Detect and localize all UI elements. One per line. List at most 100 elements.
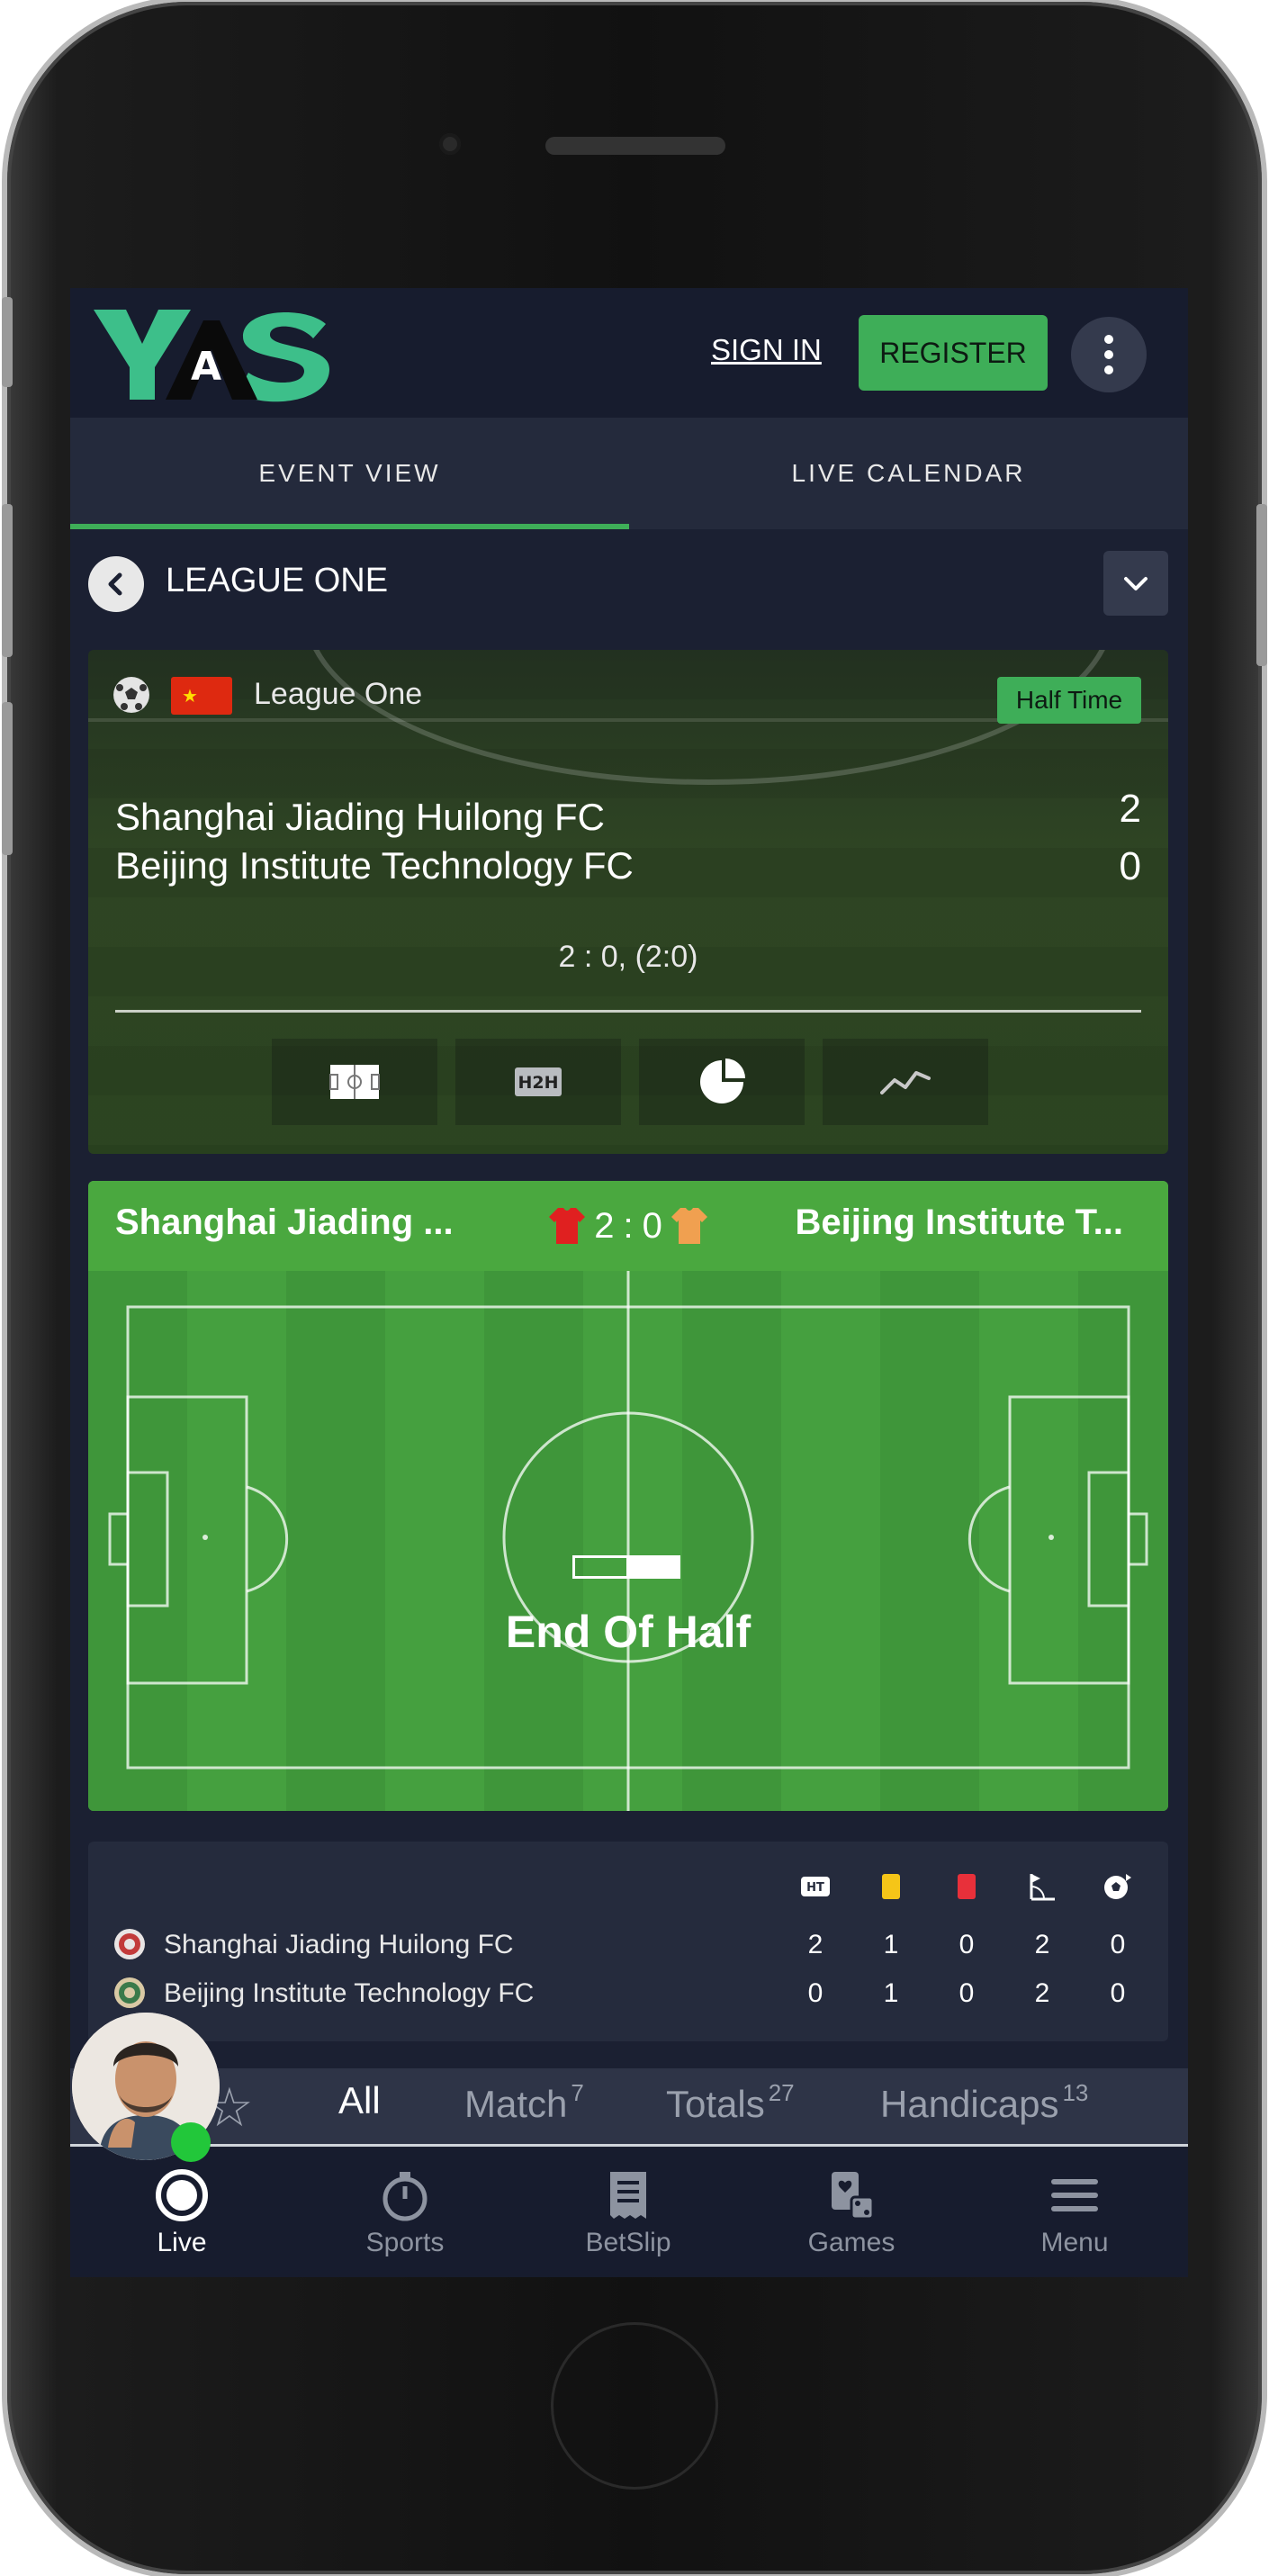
stats-home-corners: 2 <box>1034 1930 1050 1959</box>
field-markings <box>108 1271 1148 1811</box>
nav-live-label: Live <box>157 2228 207 2257</box>
tab-event-view[interactable]: EVENT VIEW <box>70 418 629 529</box>
view-tabs: EVENT VIEW LIVE CALENDAR <box>70 418 1188 529</box>
league-header: LEAGUE ONE <box>70 529 1188 641</box>
online-status-indicator <box>171 2122 211 2162</box>
statistics-button[interactable] <box>639 1039 805 1125</box>
match-phase-text: End Of Half <box>505 1607 752 1657</box>
field-view-button[interactable] <box>272 1039 437 1125</box>
stats-away-red: 0 <box>958 1978 975 2008</box>
match-card[interactable]: ★ League One Half Time Shanghai Jiading … <box>88 650 1168 1154</box>
stats-row-away: Beijing Institute Technology FC 0 1 0 2 … <box>88 1971 1168 2016</box>
yellow-card-icon <box>853 1869 929 1905</box>
score-summary: 2 : 0, (2:0) <box>558 940 698 974</box>
h2h-icon: H2H <box>515 1067 562 1096</box>
phone-power-button <box>1256 504 1267 666</box>
live-score: 2 : 0 <box>529 1199 727 1253</box>
phone-volume-down <box>2 702 13 855</box>
pie-chart-icon <box>700 1058 745 1103</box>
live-away-score: 0 <box>642 1205 662 1246</box>
phone-speaker <box>545 137 725 155</box>
stats-row-home: Shanghai Jiading Huilong FC 2 1 0 2 0 <box>88 1923 1168 1968</box>
nav-games[interactable]: Games <box>740 2148 963 2277</box>
market-tab-totals-count: 27 <box>768 2079 795 2106</box>
market-tab-handicaps[interactable]: Handicaps 13 <box>880 2079 1088 2126</box>
bottom-navigation: Live Sports BetSlip Games Menu <box>70 2148 1188 2277</box>
stats-away-team: Beijing Institute Technology FC <box>164 1978 535 2008</box>
home-shirt-icon <box>549 1208 586 1244</box>
home-team-name: Shanghai Jiading Huilong FC <box>115 796 606 838</box>
competition-name: League One <box>254 677 423 711</box>
trend-button[interactable] <box>823 1039 988 1125</box>
live-icon <box>153 2166 211 2224</box>
hamburger-icon <box>1046 2166 1103 2224</box>
trend-line-icon <box>880 1071 931 1094</box>
nav-betslip[interactable]: BetSlip <box>517 2148 740 2277</box>
soccer-ball-icon <box>113 677 149 713</box>
half-progress-bar <box>572 1555 680 1579</box>
live-home-team: Shanghai Jiading ... <box>115 1202 454 1242</box>
match-stats-table: HT Shanghai Jiading Huilong FC 2 1 0 2 0… <box>88 1842 1168 2041</box>
nav-menu[interactable]: Menu <box>963 2148 1186 2277</box>
phone-home-button[interactable] <box>551 2322 718 2490</box>
yas-logo[interactable]: A <box>90 304 333 405</box>
corner-flag-icon <box>1004 1869 1080 1905</box>
market-tabs-divider <box>70 2144 1188 2147</box>
stats-away-corners: 2 <box>1034 1978 1050 2008</box>
nav-games-label: Games <box>807 2228 896 2257</box>
home-team-score: 2 <box>1119 787 1141 831</box>
market-tab-all[interactable]: All <box>338 2079 381 2122</box>
stats-home-team: Shanghai Jiading Huilong FC <box>164 1930 514 1959</box>
phone-camera <box>439 133 461 155</box>
market-tab-handicaps-count: 13 <box>1062 2079 1089 2106</box>
stats-home-yellow: 1 <box>883 1930 899 1959</box>
phone-mute-switch <box>2 297 13 387</box>
chevron-down-icon <box>1124 577 1148 590</box>
stopwatch-icon <box>376 2166 434 2224</box>
collapse-button[interactable] <box>1103 551 1168 616</box>
logo-letter: A <box>191 344 221 390</box>
stats-away-ht: 0 <box>807 1978 824 2008</box>
market-tab-totals[interactable]: Totals 27 <box>666 2079 795 2126</box>
more-options-icon[interactable] <box>1071 317 1147 392</box>
sign-in-link[interactable]: SIGN IN <box>711 333 822 367</box>
away-team-crest-icon <box>114 1977 145 2008</box>
away-team-score: 0 <box>1119 844 1141 888</box>
tab-live-calendar[interactable]: LIVE CALENDAR <box>629 418 1188 529</box>
half-progress-fill <box>626 1558 678 1576</box>
card-divider <box>115 1010 1141 1013</box>
stats-home-red: 0 <box>958 1930 975 1959</box>
nav-live[interactable]: Live <box>70 2148 293 2277</box>
home-team-crest-icon <box>114 1929 145 1959</box>
live-pitch-widget: Shanghai Jiading ... 2 : 0 Beijing Insti… <box>88 1181 1168 1811</box>
market-tab-match[interactable]: Match 7 <box>464 2079 584 2126</box>
market-tab-match-count: 7 <box>571 2079 584 2106</box>
stats-away-goals: 0 <box>1110 1978 1126 2008</box>
register-button[interactable]: REGISTER <box>859 315 1048 391</box>
chevron-left-icon <box>108 572 122 596</box>
nav-menu-label: Menu <box>1040 2228 1109 2257</box>
stats-home-ht: 2 <box>807 1930 824 1959</box>
stats-home-goals: 0 <box>1110 1930 1126 1959</box>
red-card-icon <box>929 1869 1004 1905</box>
field-icon <box>329 1065 380 1099</box>
football-field: End Of Half <box>88 1271 1168 1811</box>
nav-betslip-label: BetSlip <box>585 2228 671 2257</box>
betslip-icon <box>599 2166 657 2224</box>
goal-ball-icon <box>1080 1869 1156 1905</box>
live-score-separator: : <box>623 1205 634 1246</box>
phone-volume-up <box>2 504 13 657</box>
market-tabs: ☆ All Match 7 Totals 27 Handicaps 13 <box>70 2068 1188 2146</box>
away-team-name: Beijing Institute Technology FC <box>115 844 634 887</box>
app-screen: A SIGN IN REGISTER EVENT VIEW LIVE CALEN… <box>70 288 1188 2277</box>
h2h-button[interactable]: H2H <box>455 1039 621 1125</box>
back-button[interactable] <box>88 556 144 612</box>
games-icon <box>823 2166 880 2224</box>
top-bar: A SIGN IN REGISTER <box>70 288 1188 418</box>
live-away-team: Beijing Institute T... <box>795 1202 1123 1242</box>
nav-sports[interactable]: Sports <box>293 2148 517 2277</box>
nav-sports-label: Sports <box>365 2228 445 2257</box>
match-status-badge: Half Time <box>997 677 1141 724</box>
china-flag-icon: ★ <box>171 677 232 715</box>
half-time-icon: HT <box>778 1869 853 1905</box>
